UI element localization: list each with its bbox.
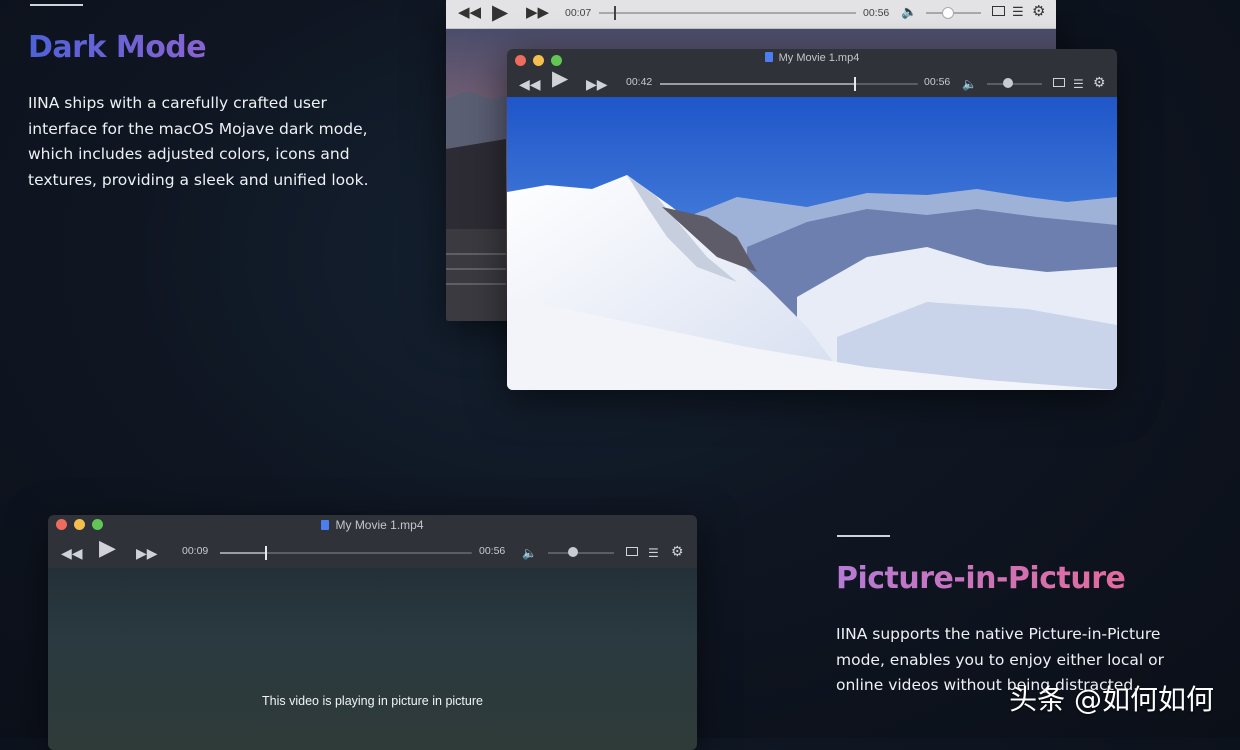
pip-icon[interactable] (1053, 78, 1065, 87)
progress-knob[interactable] (853, 77, 856, 91)
duration: 00:56 (863, 7, 890, 19)
progress-knob[interactable] (265, 546, 268, 560)
duration: 00:56 (479, 545, 506, 557)
window-title-text: My Movie 1.mp4 (335, 518, 424, 532)
play-icon[interactable]: ▶ (99, 537, 116, 559)
dark-mode-heading: Dark Mode (28, 30, 207, 65)
section-divider-dark-mode (30, 4, 83, 6)
volume-knob[interactable] (942, 7, 954, 19)
playlist-icon[interactable]: ☰ (648, 545, 659, 561)
dark-mode-line: textures, providing a sleek and unified … (28, 170, 369, 189)
volume-knob[interactable] (568, 547, 578, 557)
volume-icon[interactable]: 🔈 (962, 76, 977, 92)
light-toolbar: ◀◀ ▶ ▶▶ 00:07 00:56 🔈 ☰ ⚙ (446, 0, 1056, 29)
gear-icon[interactable]: ⚙ (1032, 2, 1045, 20)
snowy-mountain-video (507, 97, 1117, 390)
progress-slider[interactable] (660, 77, 918, 91)
progress-slider[interactable] (220, 546, 472, 560)
progress-fill (660, 83, 854, 85)
progress-fill (220, 552, 266, 554)
dark-mode-line: IINA ships with a carefully crafted user (28, 94, 327, 112)
dark-mode-line: which includes adjusted colors, icons an… (28, 145, 350, 163)
playlist-icon[interactable]: ☰ (1073, 76, 1084, 92)
gear-icon[interactable]: ⚙ (1093, 74, 1106, 90)
current-time: 00:07 (565, 7, 592, 19)
duration: 00:56 (924, 76, 951, 88)
current-time: 00:42 (626, 76, 653, 88)
section-divider-pip (837, 535, 890, 537)
dark-mode-line: interface for the macOS Mojave dark mode… (28, 119, 368, 138)
player-window-dark-mode: My Movie 1.mp4 ◀◀ ▶ ▶▶ 00:42 00:56 🔈 ☰ ⚙ (507, 49, 1117, 390)
progress-slider[interactable] (599, 6, 856, 20)
fast-forward-icon[interactable]: ▶▶ (136, 545, 158, 561)
player-toolbar: ◀◀ ▶ ▶▶ 00:42 00:56 🔈 ☰ ⚙ (507, 68, 1117, 97)
gear-icon[interactable]: ⚙ (671, 543, 684, 559)
pip-icon[interactable] (992, 6, 1005, 16)
window-title-text: My Movie 1.mp4 (778, 52, 860, 64)
current-time: 00:09 (182, 545, 209, 557)
rewind-icon[interactable]: ◀◀ (458, 3, 481, 21)
window-titlebar: My Movie 1.mp4 ◀◀ ▶ ▶▶ 00:09 00:56 🔈 ☰ ⚙ (48, 515, 697, 569)
fast-forward-icon[interactable]: ▶▶ (586, 76, 608, 92)
play-icon[interactable]: ▶ (492, 0, 508, 25)
dark-mode-description: IINA ships with a carefully crafted user… (28, 91, 369, 193)
window-titlebar: My Movie 1.mp4 ◀◀ ▶ ▶▶ 00:42 00:56 🔈 ☰ ⚙ (507, 49, 1117, 98)
watermark: 头条 @如何如何 (1009, 683, 1214, 716)
volume-slider[interactable] (987, 83, 1042, 85)
player-toolbar: ◀◀ ▶ ▶▶ 00:09 00:56 🔈 ☰ ⚙ (48, 537, 697, 566)
playlist-icon[interactable]: ☰ (1012, 4, 1024, 20)
video-file-icon (764, 52, 773, 62)
pip-heading: Picture-in-Picture (836, 561, 1126, 596)
pip-placeholder: This video is playing in picture in pict… (48, 568, 697, 750)
pip-icon[interactable] (626, 547, 638, 556)
window-title: My Movie 1.mp4 (48, 518, 697, 532)
volume-icon[interactable]: 🔈 (522, 545, 537, 561)
volume-slider[interactable] (548, 552, 614, 554)
player-window-pip: My Movie 1.mp4 ◀◀ ▶ ▶▶ 00:09 00:56 🔈 ☰ ⚙… (48, 515, 697, 750)
video-file-icon (321, 520, 330, 530)
pip-message: This video is playing in picture in pict… (262, 694, 483, 708)
pip-line: IINA supports the native Picture-in-Pict… (836, 625, 1161, 643)
rewind-icon[interactable]: ◀◀ (61, 545, 83, 561)
window-title: My Movie 1.mp4 (507, 52, 1117, 64)
rewind-icon[interactable]: ◀◀ (519, 76, 541, 92)
progress-knob[interactable] (614, 6, 617, 20)
volume-icon[interactable]: 🔈 (901, 4, 917, 20)
volume-knob[interactable] (1003, 78, 1013, 88)
fast-forward-icon[interactable]: ▶▶ (526, 3, 549, 21)
pip-line: mode, enables you to enjoy either local … (836, 650, 1164, 669)
play-icon[interactable]: ▶ (552, 68, 568, 89)
